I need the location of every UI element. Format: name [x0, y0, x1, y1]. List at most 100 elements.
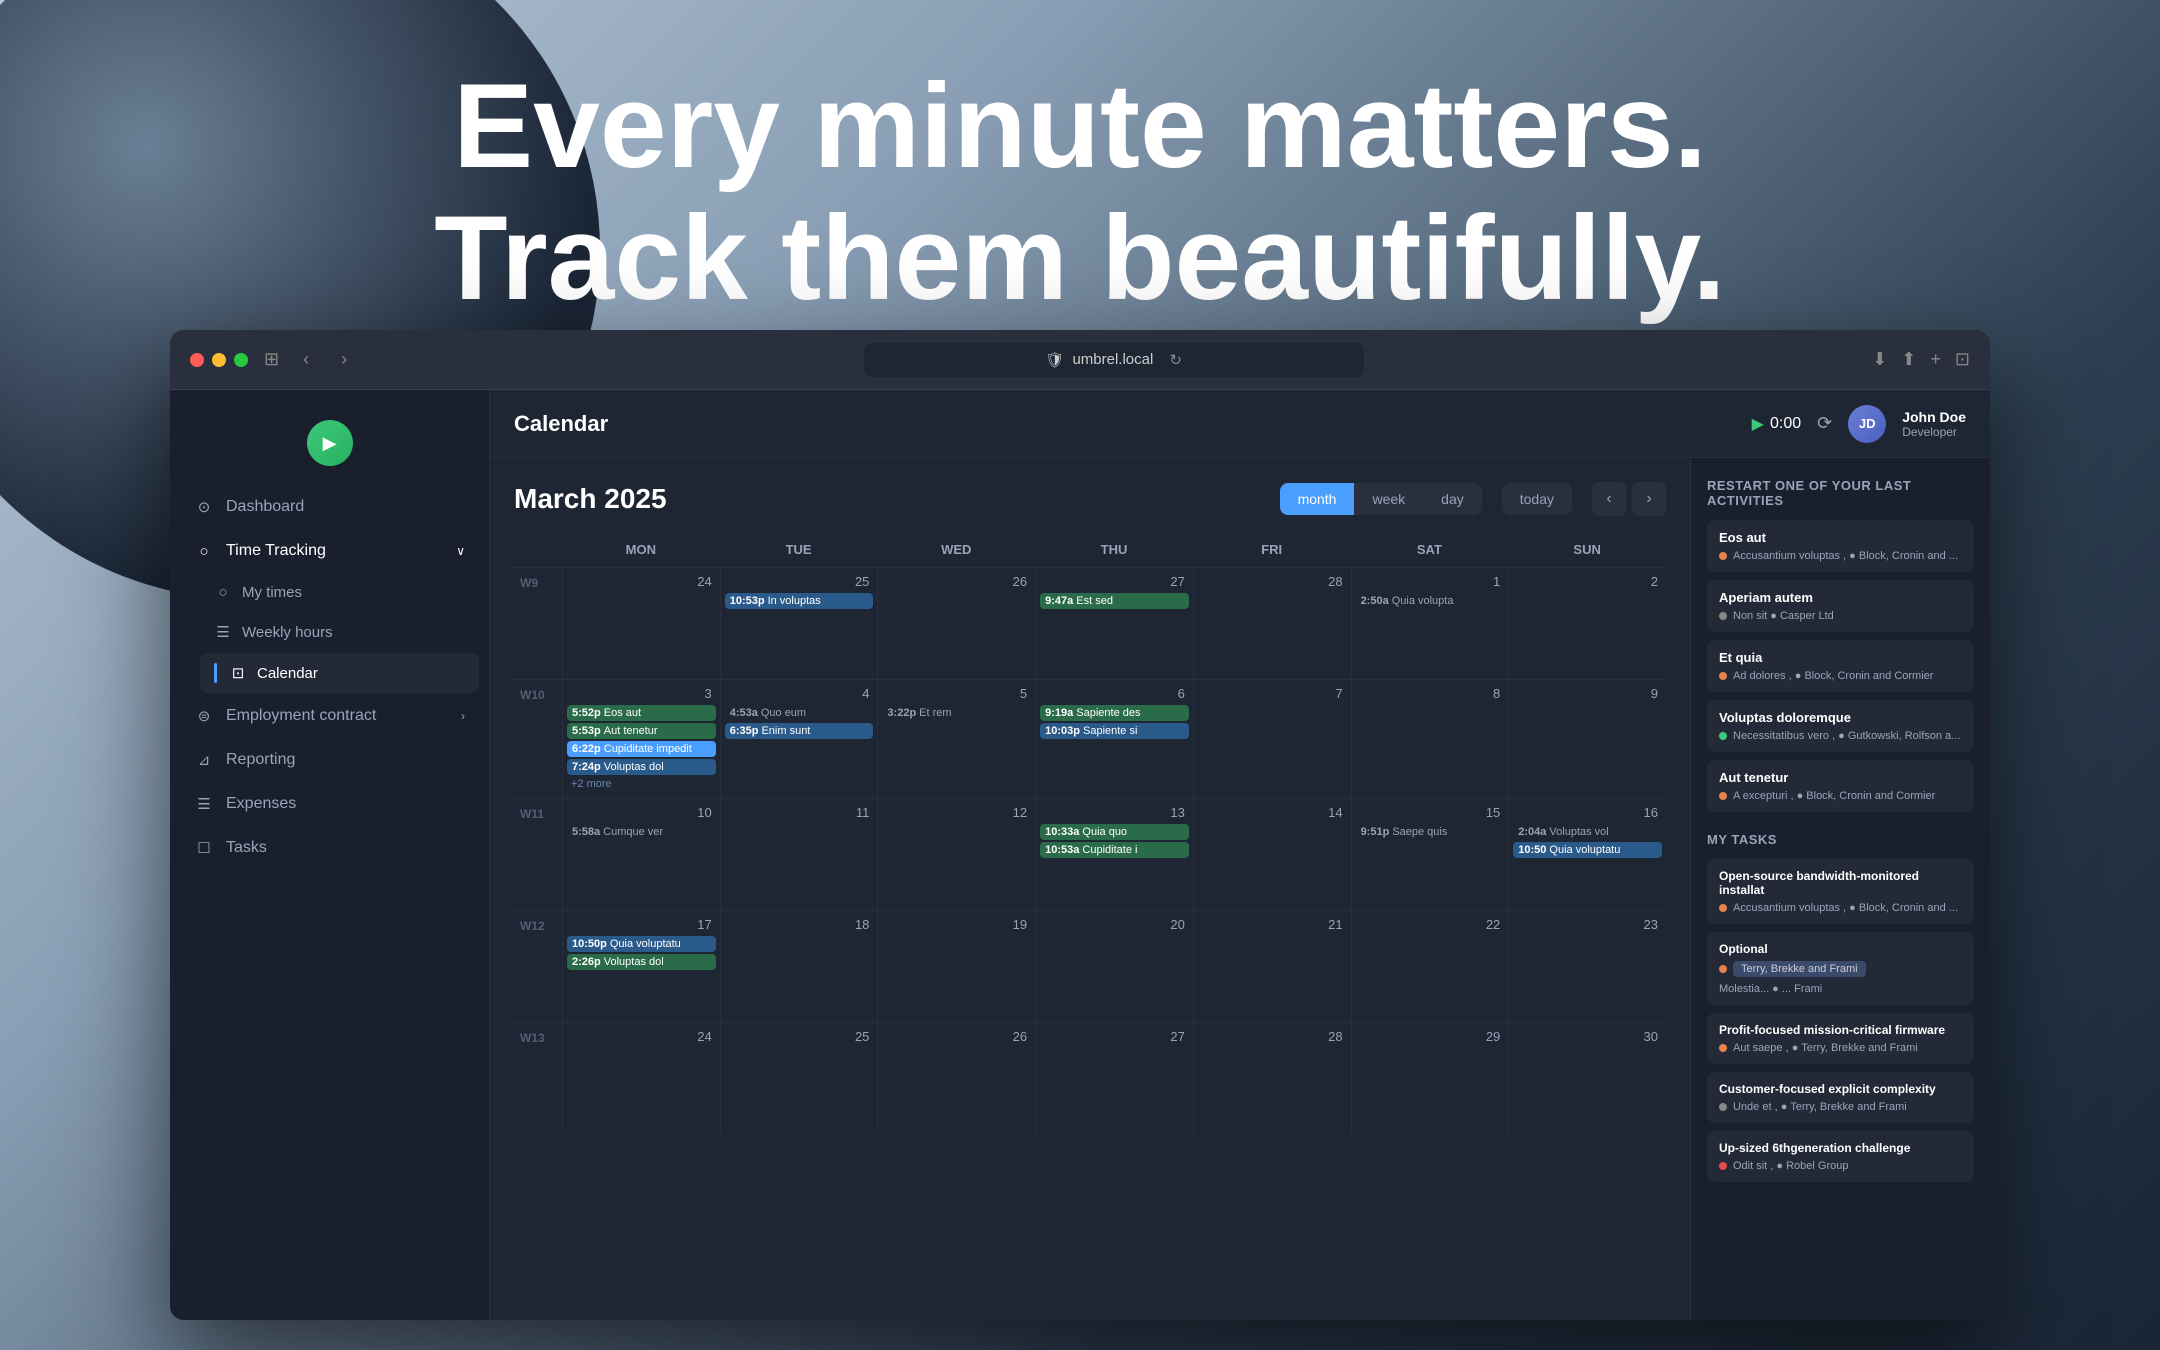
- calendar-event[interactable]: 2:04aVoluptas vol: [1513, 824, 1662, 840]
- calendar-cell[interactable]: 24: [562, 568, 720, 678]
- sidebar-item-employment-contract[interactable]: ⊜ Employment contract ›: [180, 695, 479, 737]
- activity-card[interactable]: Et quiaAd dolores , ● Block, Cronin and …: [1707, 640, 1974, 692]
- refresh-button[interactable]: ⟳: [1817, 413, 1832, 434]
- calendar-event[interactable]: 10:50Quia voluptatu: [1513, 842, 1662, 858]
- calendar-cell[interactable]: 279:47aEst sed: [1035, 568, 1193, 678]
- week-view-button[interactable]: week: [1354, 483, 1423, 515]
- day-view-button[interactable]: day: [1423, 483, 1482, 515]
- task-card[interactable]: Open-source bandwidth-monitored installa…: [1707, 859, 1974, 924]
- sidebar-item-weekly-hours[interactable]: ☰ Weekly hours: [200, 613, 479, 651]
- task-card[interactable]: Up-sized 6thgeneration challengeOdit sit…: [1707, 1131, 1974, 1182]
- calendar-event[interactable]: 5:52pEos aut: [567, 705, 716, 721]
- today-button[interactable]: today: [1502, 483, 1572, 515]
- activity-card[interactable]: Aut teneturA excepturi , ● Block, Cronin…: [1707, 760, 1974, 812]
- calendar-cell[interactable]: 26: [877, 568, 1035, 678]
- sidebar-item-calendar[interactable]: ⊡ Calendar: [200, 653, 479, 693]
- calendar-event[interactable]: 5:58aCumque ver: [567, 824, 716, 840]
- day-label-fri: Fri: [1193, 536, 1351, 563]
- calendar-cell[interactable]: 2510:53pIn voluptas: [720, 568, 878, 678]
- download-icon[interactable]: ⬇: [1872, 349, 1887, 370]
- calendar-event[interactable]: 10:53aCupiditate i: [1040, 842, 1189, 858]
- calendar-cell[interactable]: 1310:33aQuia quo10:53aCupiditate i: [1035, 799, 1193, 909]
- calendar-cell[interactable]: 1710:50pQuia voluptatu2:26pVoluptas dol: [562, 911, 720, 1021]
- sidebar-item-time-tracking[interactable]: ○ Time Tracking ∨: [180, 530, 479, 572]
- share-icon[interactable]: ⬆: [1901, 349, 1916, 370]
- calendar-cell[interactable]: 29: [1351, 1023, 1509, 1133]
- back-button[interactable]: ‹: [295, 345, 317, 374]
- calendar-cell[interactable]: 23: [1508, 911, 1666, 1021]
- sidebar-item-my-times[interactable]: ○ My times: [200, 574, 479, 611]
- calendar-cell[interactable]: 12:50aQuia volupta: [1351, 568, 1509, 678]
- calendar-cell[interactable]: 159:51pSaepe quis: [1351, 799, 1509, 909]
- task-card[interactable]: OptionalTerry, Brekke and FramiMolestia.…: [1707, 932, 1974, 1005]
- calendar-event[interactable]: 6:35pEnim sunt: [725, 723, 874, 739]
- calendar-event[interactable]: 2:26pVoluptas dol: [567, 954, 716, 970]
- prev-month-button[interactable]: ‹: [1592, 482, 1626, 516]
- calendar-cell[interactable]: 20: [1035, 911, 1193, 1021]
- timer-value: 0:00: [1770, 415, 1801, 433]
- calendar-event[interactable]: 6:22pCupiditate impedit: [567, 741, 716, 757]
- calendar-event[interactable]: 10:53pIn voluptas: [725, 593, 874, 609]
- calendar-cell[interactable]: 21: [1193, 911, 1351, 1021]
- calendar-cell[interactable]: 35:52pEos aut5:53pAut tenetur6:22pCupidi…: [562, 680, 720, 797]
- topbar-actions: ▶ 0:00 ⟳ JD John Doe Developer: [1752, 405, 1966, 443]
- sidebar-item-expenses[interactable]: ☰ Expenses: [180, 783, 479, 825]
- calendar-week-row: W121710:50pQuia voluptatu2:26pVoluptas d…: [514, 910, 1666, 1021]
- sidebar-logo: ▶: [170, 410, 489, 486]
- calendar-event[interactable]: 10:03pSapiente si: [1040, 723, 1189, 739]
- calendar-cell[interactable]: 44:53aQuo eum6:35pEnim sunt: [720, 680, 878, 797]
- calendar-event[interactable]: 9:47aEst sed: [1040, 593, 1189, 609]
- calendar-cell[interactable]: 7: [1193, 680, 1351, 797]
- calendar-cell[interactable]: 25: [720, 1023, 878, 1133]
- calendar-cell[interactable]: 27: [1035, 1023, 1193, 1133]
- minimize-button[interactable]: [212, 353, 226, 367]
- more-events-link[interactable]: +2 more: [567, 777, 716, 791]
- close-button[interactable]: [190, 353, 204, 367]
- calendar-cell[interactable]: 11: [720, 799, 878, 909]
- calendar-event[interactable]: 9:19aSapiente des: [1040, 705, 1189, 721]
- calendar-cell[interactable]: 8: [1351, 680, 1509, 797]
- calendar-event[interactable]: 2:50aQuia volupta: [1356, 593, 1505, 609]
- activity-card[interactable]: Voluptas doloremqueNecessitatibus vero ,…: [1707, 700, 1974, 752]
- calendar-event[interactable]: 10:50pQuia voluptatu: [567, 936, 716, 952]
- calendar-cell[interactable]: 19: [877, 911, 1035, 1021]
- activity-card[interactable]: Eos autAccusantium voluptas , ● Block, C…: [1707, 520, 1974, 572]
- calendar-cell[interactable]: 28: [1193, 1023, 1351, 1133]
- next-month-button[interactable]: ›: [1632, 482, 1666, 516]
- task-card[interactable]: Profit-focused mission-critical firmware…: [1707, 1013, 1974, 1064]
- calendar-cell[interactable]: 69:19aSapiente des10:03pSapiente si: [1035, 680, 1193, 797]
- new-tab-icon[interactable]: +: [1930, 349, 1941, 370]
- calendar-cell[interactable]: 28: [1193, 568, 1351, 678]
- calendar-cell[interactable]: 24: [562, 1023, 720, 1133]
- calendar-cell[interactable]: 14: [1193, 799, 1351, 909]
- month-view-button[interactable]: month: [1280, 483, 1355, 515]
- calendar-event[interactable]: 4:53aQuo eum: [725, 705, 874, 721]
- sidebar-toggle-button[interactable]: ⊞: [264, 349, 279, 370]
- activity-card[interactable]: Aperiam autemNon sit ● Casper Ltd: [1707, 580, 1974, 632]
- calendar-event[interactable]: 5:53pAut tenetur: [567, 723, 716, 739]
- calendar-cell[interactable]: 26: [877, 1023, 1035, 1133]
- calendar-cell[interactable]: 22: [1351, 911, 1509, 1021]
- sidebar-item-tasks[interactable]: ☐ Tasks: [180, 827, 479, 869]
- calendar-cell[interactable]: 53:22pEt rem: [877, 680, 1035, 797]
- play-icon[interactable]: ▶: [1752, 414, 1764, 434]
- calendar-cell[interactable]: 12: [877, 799, 1035, 909]
- calendar-event[interactable]: 10:33aQuia quo: [1040, 824, 1189, 840]
- activity-title: Voluptas doloremque: [1719, 710, 1962, 725]
- address-bar[interactable]: 🛡 umbrel.local ↻: [864, 343, 1364, 377]
- sidebar-item-reporting[interactable]: ⊿ Reporting: [180, 739, 479, 781]
- task-card[interactable]: Customer-focused explicit complexityUnde…: [1707, 1072, 1974, 1123]
- calendar-event[interactable]: 7:24pVoluptas dol: [567, 759, 716, 775]
- calendar-cell[interactable]: 18: [720, 911, 878, 1021]
- calendar-cell[interactable]: 30: [1508, 1023, 1666, 1133]
- calendar-cell[interactable]: 2: [1508, 568, 1666, 678]
- forward-button[interactable]: ›: [333, 345, 355, 374]
- calendar-event[interactable]: 3:22pEt rem: [882, 705, 1031, 721]
- calendar-event[interactable]: 9:51pSaepe quis: [1356, 824, 1505, 840]
- tabs-icon[interactable]: ⊡: [1955, 349, 1970, 370]
- calendar-cell[interactable]: 105:58aCumque ver: [562, 799, 720, 909]
- calendar-cell[interactable]: 162:04aVoluptas vol10:50Quia voluptatu: [1508, 799, 1666, 909]
- sidebar-item-dashboard[interactable]: ⊙ Dashboard: [180, 486, 479, 528]
- calendar-cell[interactable]: 9: [1508, 680, 1666, 797]
- maximize-button[interactable]: [234, 353, 248, 367]
